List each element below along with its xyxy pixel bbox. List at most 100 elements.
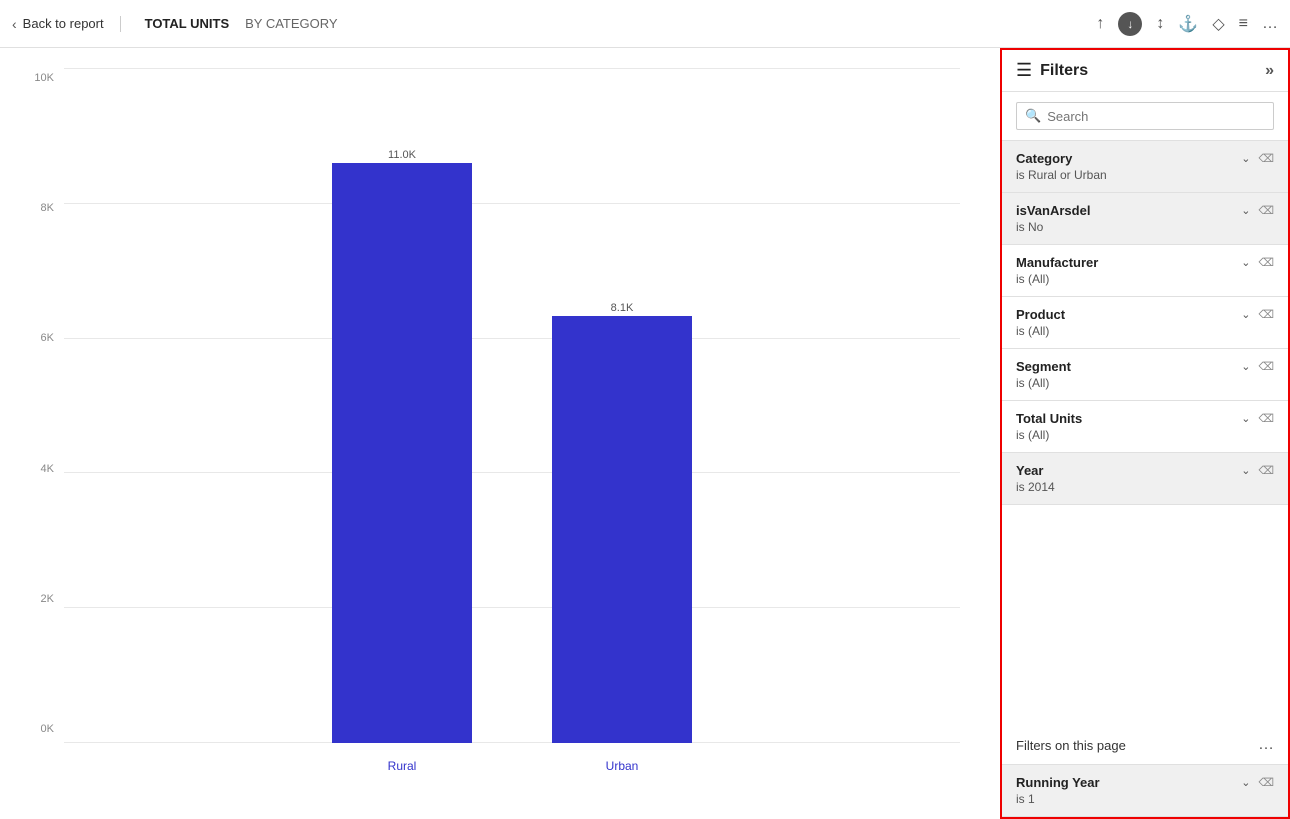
filter-item-isvanarsdel[interactable]: isVanArsdel ⌄ ⌫ is No	[1002, 193, 1288, 245]
search-icon: 🔍	[1025, 108, 1041, 124]
filter-item-total-units-header: Total Units ⌄ ⌫	[1016, 411, 1274, 426]
filter-clear-category[interactable]: ⌫	[1258, 152, 1274, 165]
toolbar: ‹ Back to report TOTAL UNITS BY CATEGORY…	[0, 0, 1290, 48]
search-input[interactable]	[1047, 109, 1265, 124]
diamond-icon[interactable]: ◇	[1212, 14, 1224, 34]
sort-asc-icon[interactable]: ↑	[1096, 15, 1104, 33]
filter-item-product-header: Product ⌄ ⌫	[1016, 307, 1274, 322]
y-label-4k: 4K	[20, 463, 60, 475]
page-title: TOTAL UNITS	[145, 16, 230, 31]
filter-name-category: Category	[1016, 151, 1072, 166]
x-labels: Rural Urban	[64, 759, 960, 773]
filter-clear-year[interactable]: ⌫	[1258, 464, 1274, 477]
chart-area: 0K 2K 4K 6K 8K 10K	[0, 48, 1000, 819]
filter-item-segment[interactable]: Segment ⌄ ⌫ is (All)	[1002, 349, 1288, 401]
filter-value-segment: is (All)	[1016, 376, 1274, 390]
filter-value-year: is 2014	[1016, 480, 1274, 494]
more-icon[interactable]: …	[1262, 15, 1278, 33]
filters-collapse-button[interactable]: »	[1265, 62, 1274, 80]
bar-label-rural-top: 11.0K	[388, 149, 416, 161]
filter-item-category[interactable]: Category ⌄ ⌫ is Rural or Urban	[1002, 141, 1288, 193]
filter-chevron-manufacturer[interactable]: ⌄	[1241, 256, 1250, 269]
filter-value-manufacturer: is (All)	[1016, 272, 1274, 286]
bar-urban[interactable]	[552, 316, 692, 743]
filter-clear-running-year[interactable]: ⌫	[1258, 776, 1274, 789]
filter-item-total-units[interactable]: Total Units ⌄ ⌫ is (All)	[1002, 401, 1288, 453]
filter-name-segment: Segment	[1016, 359, 1071, 374]
filter-chevron-product[interactable]: ⌄	[1241, 308, 1250, 321]
y-label-10k: 10K	[20, 72, 60, 84]
anchor-icon[interactable]: ⚓	[1178, 14, 1198, 34]
filter-chevron-total-units[interactable]: ⌄	[1241, 412, 1250, 425]
filters-page-dots[interactable]: …	[1258, 736, 1274, 754]
filter-item-running-year[interactable]: Running Year ⌄ ⌫ is 1	[1002, 765, 1288, 817]
chart-container: 0K 2K 4K 6K 8K 10K	[20, 68, 960, 779]
filter-chevron-running-year[interactable]: ⌄	[1241, 776, 1250, 789]
filters-panel: ☰ Filters » 🔍 Category ⌄ ⌫ i	[1000, 48, 1290, 819]
filter-clear-product[interactable]: ⌫	[1258, 308, 1274, 321]
bars-area: 11.0K 8.1K	[64, 68, 960, 743]
filter-actions-segment: ⌄ ⌫	[1241, 360, 1274, 373]
chart-svg-wrapper: 0K 2K 4K 6K 8K 10K	[20, 68, 960, 779]
filters-title: Filters	[1040, 62, 1088, 80]
filter-item-product[interactable]: Product ⌄ ⌫ is (All)	[1002, 297, 1288, 349]
toolbar-icons: ↑ ↓ ↕ ⚓ ◇ ≡ …	[1096, 12, 1278, 36]
filter-item-manufacturer-header: Manufacturer ⌄ ⌫	[1016, 255, 1274, 270]
main-content: 0K 2K 4K 6K 8K 10K	[0, 48, 1290, 819]
filter-name-year: Year	[1016, 463, 1043, 478]
filter-item-manufacturer[interactable]: Manufacturer ⌄ ⌫ is (All)	[1002, 245, 1288, 297]
filter-name-product: Product	[1016, 307, 1065, 322]
back-to-report-button[interactable]: ‹ Back to report	[12, 16, 121, 32]
filter-actions-total-units: ⌄ ⌫	[1241, 412, 1274, 425]
filter-name-total-units: Total Units	[1016, 411, 1082, 426]
filter-item-isvanarsdel-header: isVanArsdel ⌄ ⌫	[1016, 203, 1274, 218]
back-chevron-icon: ‹	[12, 16, 17, 32]
filter-actions-category: ⌄ ⌫	[1241, 152, 1274, 165]
filter-actions-product: ⌄ ⌫	[1241, 308, 1274, 321]
filter-chevron-isvanarsdel[interactable]: ⌄	[1241, 204, 1250, 217]
filters-icon: ☰	[1016, 60, 1032, 81]
filters-list: Category ⌄ ⌫ is Rural or Urban isVanArsd…	[1002, 141, 1288, 726]
filter-actions-year: ⌄ ⌫	[1241, 464, 1274, 477]
y-label-8k: 8K	[20, 202, 60, 214]
filter-name-running-year: Running Year	[1016, 775, 1100, 790]
search-box: 🔍	[1016, 102, 1274, 130]
lines-icon[interactable]: ≡	[1239, 15, 1248, 33]
filter-chevron-category[interactable]: ⌄	[1241, 152, 1250, 165]
filter-item-category-header: Category ⌄ ⌫	[1016, 151, 1274, 166]
y-axis: 0K 2K 4K 6K 8K 10K	[20, 68, 60, 739]
filter-clear-manufacturer[interactable]: ⌫	[1258, 256, 1274, 269]
filter-actions-manufacturer: ⌄ ⌫	[1241, 256, 1274, 269]
filter-chevron-segment[interactable]: ⌄	[1241, 360, 1250, 373]
filters-page-section: Filters on this page …	[1002, 726, 1288, 765]
filters-title-group: ☰ Filters	[1016, 60, 1088, 81]
filter-actions-running-year: ⌄ ⌫	[1241, 776, 1274, 789]
bar-group-urban: 8.1K	[552, 302, 692, 743]
x-label-rural: Rural	[332, 759, 472, 773]
sort-both-icon[interactable]: ↕	[1156, 15, 1164, 33]
filter-chevron-year[interactable]: ⌄	[1241, 464, 1250, 477]
bar-rural[interactable]	[332, 163, 472, 743]
y-label-2k: 2K	[20, 593, 60, 605]
sort-desc-icon[interactable]: ↓	[1118, 12, 1142, 36]
filter-item-running-year-header: Running Year ⌄ ⌫	[1016, 775, 1274, 790]
back-label: Back to report	[23, 16, 104, 31]
filters-header: ☰ Filters »	[1002, 50, 1288, 92]
filter-actions-isvanarsdel: ⌄ ⌫	[1241, 204, 1274, 217]
filter-clear-total-units[interactable]: ⌫	[1258, 412, 1274, 425]
x-label-urban: Urban	[552, 759, 692, 773]
y-label-0k: 0K	[20, 723, 60, 735]
filter-clear-segment[interactable]: ⌫	[1258, 360, 1274, 373]
filters-search: 🔍	[1002, 92, 1288, 141]
filters-page-label: Filters on this page	[1016, 738, 1126, 753]
filter-value-total-units: is (All)	[1016, 428, 1274, 442]
bar-group-rural: 11.0K	[332, 149, 472, 743]
filter-item-segment-header: Segment ⌄ ⌫	[1016, 359, 1274, 374]
filter-item-year[interactable]: Year ⌄ ⌫ is 2014	[1002, 453, 1288, 505]
y-label-6k: 6K	[20, 332, 60, 344]
filter-value-isvanarsdel: is No	[1016, 220, 1274, 234]
filter-value-running-year: is 1	[1016, 792, 1274, 806]
filter-clear-isvanarsdel[interactable]: ⌫	[1258, 204, 1274, 217]
filter-item-year-header: Year ⌄ ⌫	[1016, 463, 1274, 478]
filter-value-product: is (All)	[1016, 324, 1274, 338]
